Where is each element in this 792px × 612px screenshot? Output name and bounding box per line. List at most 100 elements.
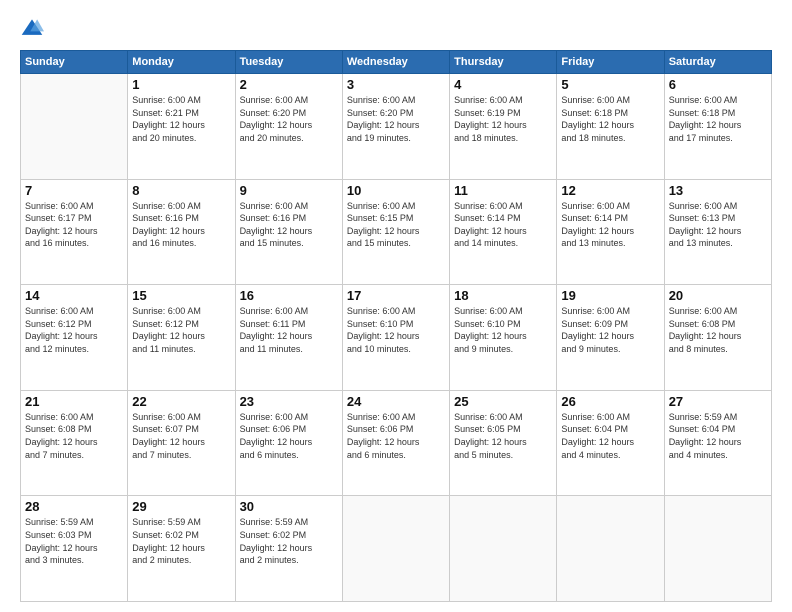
week-row-4: 21 Sunrise: 6:00 AM Sunset: 6:08 PM Dayli…: [21, 390, 772, 496]
cell-info: Sunrise: 6:00 AM Sunset: 6:18 PM Dayligh…: [561, 94, 659, 144]
week-row-1: 1 Sunrise: 6:00 AM Sunset: 6:21 PM Daylig…: [21, 74, 772, 180]
calendar-cell: 18 Sunrise: 6:00 AM Sunset: 6:10 PM Dayli…: [450, 285, 557, 391]
cell-day-number: 26: [561, 394, 659, 409]
cell-day-number: 19: [561, 288, 659, 303]
cell-day-number: 7: [25, 183, 123, 198]
cell-info: Sunrise: 6:00 AM Sunset: 6:20 PM Dayligh…: [347, 94, 445, 144]
calendar-cell: 1 Sunrise: 6:00 AM Sunset: 6:21 PM Daylig…: [128, 74, 235, 180]
cell-day-number: 3: [347, 77, 445, 92]
calendar-cell: 15 Sunrise: 6:00 AM Sunset: 6:12 PM Dayli…: [128, 285, 235, 391]
calendar-cell: 7 Sunrise: 6:00 AM Sunset: 6:17 PM Daylig…: [21, 179, 128, 285]
cell-info: Sunrise: 6:00 AM Sunset: 6:15 PM Dayligh…: [347, 200, 445, 250]
cell-day-number: 8: [132, 183, 230, 198]
weekday-header-sunday: Sunday: [21, 51, 128, 74]
calendar-cell: 3 Sunrise: 6:00 AM Sunset: 6:20 PM Daylig…: [342, 74, 449, 180]
page: SundayMondayTuesdayWednesdayThursdayFrid…: [0, 0, 792, 612]
calendar-cell: 24 Sunrise: 6:00 AM Sunset: 6:06 PM Dayli…: [342, 390, 449, 496]
cell-info: Sunrise: 6:00 AM Sunset: 6:12 PM Dayligh…: [132, 305, 230, 355]
cell-info: Sunrise: 6:00 AM Sunset: 6:10 PM Dayligh…: [454, 305, 552, 355]
cell-day-number: 13: [669, 183, 767, 198]
cell-day-number: 16: [240, 288, 338, 303]
calendar-cell: 12 Sunrise: 6:00 AM Sunset: 6:14 PM Dayli…: [557, 179, 664, 285]
week-row-3: 14 Sunrise: 6:00 AM Sunset: 6:12 PM Dayli…: [21, 285, 772, 391]
cell-day-number: 11: [454, 183, 552, 198]
cell-day-number: 4: [454, 77, 552, 92]
cell-day-number: 14: [25, 288, 123, 303]
cell-info: Sunrise: 5:59 AM Sunset: 6:02 PM Dayligh…: [132, 516, 230, 566]
calendar-cell: [342, 496, 449, 602]
cell-day-number: 29: [132, 499, 230, 514]
cell-day-number: 28: [25, 499, 123, 514]
weekday-header-monday: Monday: [128, 51, 235, 74]
cell-day-number: 21: [25, 394, 123, 409]
calendar-cell: [664, 496, 771, 602]
cell-day-number: 22: [132, 394, 230, 409]
cell-info: Sunrise: 6:00 AM Sunset: 6:20 PM Dayligh…: [240, 94, 338, 144]
cell-info: Sunrise: 6:00 AM Sunset: 6:08 PM Dayligh…: [25, 411, 123, 461]
calendar-cell: 9 Sunrise: 6:00 AM Sunset: 6:16 PM Daylig…: [235, 179, 342, 285]
calendar-cell: 21 Sunrise: 6:00 AM Sunset: 6:08 PM Dayli…: [21, 390, 128, 496]
weekday-header-tuesday: Tuesday: [235, 51, 342, 74]
cell-info: Sunrise: 6:00 AM Sunset: 6:13 PM Dayligh…: [669, 200, 767, 250]
calendar-table: SundayMondayTuesdayWednesdayThursdayFrid…: [20, 50, 772, 602]
cell-info: Sunrise: 6:00 AM Sunset: 6:05 PM Dayligh…: [454, 411, 552, 461]
calendar-cell: [21, 74, 128, 180]
cell-info: Sunrise: 6:00 AM Sunset: 6:12 PM Dayligh…: [25, 305, 123, 355]
cell-day-number: 18: [454, 288, 552, 303]
weekday-header-thursday: Thursday: [450, 51, 557, 74]
cell-info: Sunrise: 6:00 AM Sunset: 6:19 PM Dayligh…: [454, 94, 552, 144]
cell-day-number: 5: [561, 77, 659, 92]
cell-info: Sunrise: 6:00 AM Sunset: 6:08 PM Dayligh…: [669, 305, 767, 355]
cell-day-number: 15: [132, 288, 230, 303]
calendar-cell: 13 Sunrise: 6:00 AM Sunset: 6:13 PM Dayli…: [664, 179, 771, 285]
cell-info: Sunrise: 6:00 AM Sunset: 6:06 PM Dayligh…: [240, 411, 338, 461]
calendar-cell: 14 Sunrise: 6:00 AM Sunset: 6:12 PM Dayli…: [21, 285, 128, 391]
cell-day-number: 6: [669, 77, 767, 92]
cell-info: Sunrise: 6:00 AM Sunset: 6:14 PM Dayligh…: [561, 200, 659, 250]
cell-info: Sunrise: 6:00 AM Sunset: 6:18 PM Dayligh…: [669, 94, 767, 144]
cell-day-number: 20: [669, 288, 767, 303]
weekday-header-friday: Friday: [557, 51, 664, 74]
cell-day-number: 10: [347, 183, 445, 198]
cell-info: Sunrise: 6:00 AM Sunset: 6:21 PM Dayligh…: [132, 94, 230, 144]
calendar-cell: 11 Sunrise: 6:00 AM Sunset: 6:14 PM Dayli…: [450, 179, 557, 285]
cell-day-number: 27: [669, 394, 767, 409]
calendar-cell: 22Sunrise: 6:00 AM Sunset: 6:07 PM Dayli…: [128, 390, 235, 496]
calendar-cell: 6 Sunrise: 6:00 AM Sunset: 6:18 PM Daylig…: [664, 74, 771, 180]
cell-day-number: 9: [240, 183, 338, 198]
logo-icon: [20, 16, 44, 40]
cell-info: Sunrise: 5:59 AM Sunset: 6:03 PM Dayligh…: [25, 516, 123, 566]
week-row-2: 7 Sunrise: 6:00 AM Sunset: 6:17 PM Daylig…: [21, 179, 772, 285]
weekday-header-wednesday: Wednesday: [342, 51, 449, 74]
cell-info: Sunrise: 6:00 AM Sunset: 6:17 PM Dayligh…: [25, 200, 123, 250]
calendar-cell: 27 Sunrise: 5:59 AM Sunset: 6:04 PM Dayli…: [664, 390, 771, 496]
calendar-cell: 30Sunrise: 5:59 AM Sunset: 6:02 PM Dayli…: [235, 496, 342, 602]
cell-day-number: 1: [132, 77, 230, 92]
calendar-cell: 20 Sunrise: 6:00 AM Sunset: 6:08 PM Dayli…: [664, 285, 771, 391]
week-row-5: 28 Sunrise: 5:59 AM Sunset: 6:03 PM Dayli…: [21, 496, 772, 602]
cell-day-number: 25: [454, 394, 552, 409]
cell-day-number: 30: [240, 499, 338, 514]
cell-info: Sunrise: 6:00 AM Sunset: 6:14 PM Dayligh…: [454, 200, 552, 250]
cell-info: Sunrise: 6:00 AM Sunset: 6:04 PM Dayligh…: [561, 411, 659, 461]
cell-info: Sunrise: 6:00 AM Sunset: 6:10 PM Dayligh…: [347, 305, 445, 355]
cell-info: Sunrise: 5:59 AM Sunset: 6:04 PM Dayligh…: [669, 411, 767, 461]
cell-day-number: 12: [561, 183, 659, 198]
header: [20, 16, 772, 40]
weekday-header-saturday: Saturday: [664, 51, 771, 74]
calendar-cell: 16Sunrise: 6:00 AM Sunset: 6:11 PM Dayli…: [235, 285, 342, 391]
calendar-cell: 2 Sunrise: 6:00 AM Sunset: 6:20 PM Daylig…: [235, 74, 342, 180]
calendar-cell: 26 Sunrise: 6:00 AM Sunset: 6:04 PM Dayli…: [557, 390, 664, 496]
cell-info: Sunrise: 6:00 AM Sunset: 6:16 PM Dayligh…: [240, 200, 338, 250]
calendar-cell: [557, 496, 664, 602]
calendar-cell: 8 Sunrise: 6:00 AM Sunset: 6:16 PM Daylig…: [128, 179, 235, 285]
cell-info: Sunrise: 6:00 AM Sunset: 6:16 PM Dayligh…: [132, 200, 230, 250]
calendar-cell: [450, 496, 557, 602]
cell-day-number: 2: [240, 77, 338, 92]
calendar-cell: 4 Sunrise: 6:00 AM Sunset: 6:19 PM Daylig…: [450, 74, 557, 180]
logo: [20, 16, 48, 40]
cell-info: Sunrise: 6:00 AM Sunset: 6:06 PM Dayligh…: [347, 411, 445, 461]
calendar-cell: 25 Sunrise: 6:00 AM Sunset: 6:05 PM Dayli…: [450, 390, 557, 496]
calendar-cell: 23Sunrise: 6:00 AM Sunset: 6:06 PM Dayli…: [235, 390, 342, 496]
cell-day-number: 24: [347, 394, 445, 409]
